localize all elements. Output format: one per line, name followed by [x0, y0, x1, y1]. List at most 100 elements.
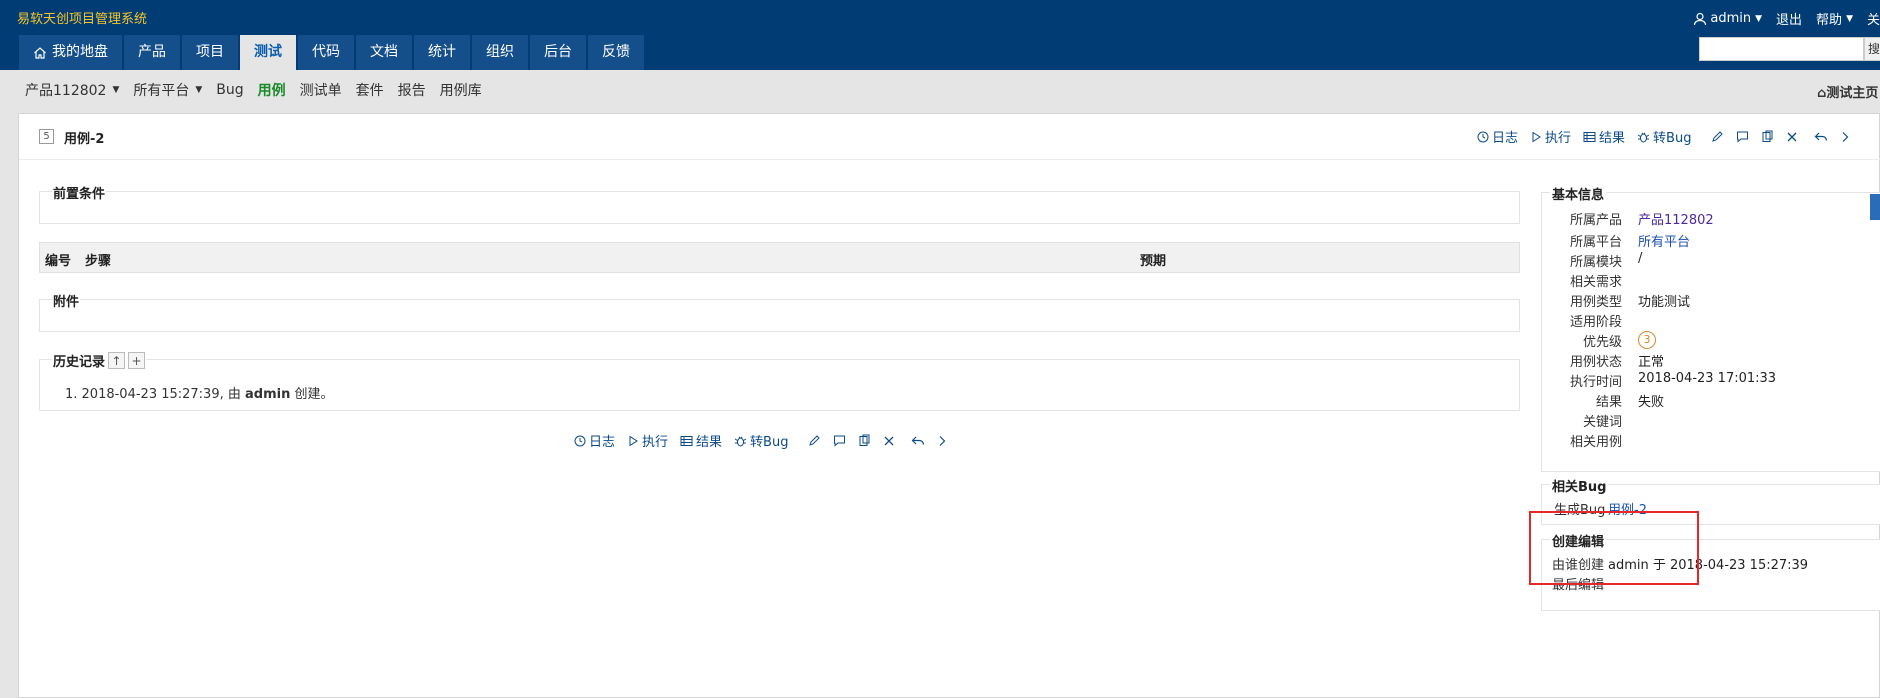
- home-icon: [34, 46, 46, 59]
- next-icon[interactable]: [1840, 131, 1850, 143]
- history-section: 历史记录 ↑ + 1. 2018-04-23 15:27:39, 由 admin…: [39, 351, 1520, 411]
- copy-icon[interactable]: [858, 434, 871, 447]
- search-button[interactable]: 搜: [1864, 37, 1880, 61]
- top-header: 易软天创项目管理系统 admin ▼ 退出 帮助 ▼ 关 搜 我的地盘 产品 项…: [0, 0, 1880, 70]
- to-bug-button[interactable]: 转Bug: [1637, 127, 1691, 146]
- history-label: 历史记录: [53, 355, 106, 370]
- edit-icon[interactable]: [808, 434, 821, 447]
- highlight-annotation: [1529, 511, 1699, 585]
- topbar-user-menu: admin ▼ 退出 帮助 ▼ 关: [1679, 9, 1880, 28]
- subnav-case[interactable]: 用例: [258, 80, 286, 100]
- run-button[interactable]: 执行: [1530, 127, 1571, 146]
- history-entry-suffix: 创建。: [294, 387, 334, 402]
- subnav-testtask[interactable]: 测试单: [300, 80, 342, 100]
- tab-report[interactable]: 统计: [414, 35, 470, 70]
- history-entry-user: admin: [245, 387, 291, 402]
- delete-icon[interactable]: [1786, 131, 1798, 143]
- tab-admin[interactable]: 后台: [530, 35, 586, 70]
- play-icon: [1532, 131, 1541, 142]
- sub-nav: 产品112802 ▼ 所有平台 ▼ Bug 用例 测试单 套件 报告 用例库: [0, 70, 1880, 110]
- info-key: 所属模块: [1569, 255, 1622, 270]
- tab-project[interactable]: 项目: [182, 35, 238, 70]
- caret-down-icon: ▼: [112, 85, 120, 95]
- case-detail-card: 5 用例-2 日志 执行 结果 转Bug 前置条件 编号 步骤 预期 附件 历史…: [18, 113, 1880, 698]
- precondition-section: 前置条件: [39, 183, 1520, 224]
- tab-feedback[interactable]: 反馈: [588, 35, 644, 70]
- search-input[interactable]: [1699, 37, 1864, 61]
- home-icon: ⌂: [1817, 86, 1827, 101]
- info-value-product-link[interactable]: 产品112802: [1638, 209, 1714, 228]
- bug-icon: [1637, 132, 1650, 142]
- log-label: 日志: [589, 435, 616, 450]
- edit-icon[interactable]: [1711, 130, 1724, 143]
- col-no: 编号: [45, 254, 72, 269]
- list-icon: [1583, 131, 1596, 142]
- history-entry-prefix: 1. 2018-04-23 15:27:39, 由: [65, 387, 241, 402]
- caret-down-icon: ▼: [1846, 13, 1853, 24]
- tab-my[interactable]: 我的地盘: [19, 35, 122, 70]
- info-key: 执行时间: [1569, 375, 1622, 390]
- next-icon[interactable]: [937, 435, 947, 447]
- info-key: 结果: [1595, 395, 1622, 410]
- tab-company[interactable]: 组织: [472, 35, 528, 70]
- info-key: 相关用例: [1569, 435, 1622, 450]
- info-key: 所属平台: [1569, 235, 1622, 250]
- log-button[interactable]: 日志: [1477, 127, 1518, 146]
- to-bug-label: 转Bug: [1653, 131, 1692, 146]
- history-legend: 历史记录 ↑ +: [52, 351, 147, 370]
- tab-code[interactable]: 代码: [298, 35, 354, 70]
- result-button[interactable]: 结果: [680, 431, 722, 450]
- col-expect: 预期: [1140, 254, 1167, 269]
- run-label: 执行: [642, 435, 669, 450]
- clock-icon: [1477, 131, 1489, 142]
- result-label: 结果: [696, 435, 723, 450]
- info-key: 相关需求: [1569, 275, 1622, 290]
- subnav-suite[interactable]: 套件: [356, 80, 384, 100]
- info-value: /: [1638, 251, 1643, 266]
- comment-icon[interactable]: [1736, 130, 1749, 143]
- subnav-bug[interactable]: Bug: [216, 82, 243, 98]
- info-key: 关键词: [1582, 415, 1622, 430]
- to-bug-label: 转Bug: [750, 435, 789, 450]
- title-bar: 5 用例-2 日志 执行 结果 转Bug: [19, 114, 1880, 160]
- comment-icon[interactable]: [833, 434, 846, 447]
- help-menu[interactable]: 帮助 ▼: [1816, 9, 1853, 28]
- side-toggle-handle[interactable]: [1870, 194, 1880, 220]
- bug-icon: [734, 436, 747, 446]
- run-label: 执行: [1545, 131, 1572, 146]
- basic-info-section: 基本信息 所属产品 产品112802 所属平台 所有平台 所属模块 / 相关需求…: [1541, 184, 1880, 472]
- info-key: 所属产品: [1569, 213, 1622, 228]
- info-value: 3: [1638, 331, 1656, 349]
- attachment-label: 附件: [52, 291, 81, 310]
- user-menu[interactable]: admin ▼: [1693, 9, 1762, 28]
- info-value-platform-link[interactable]: 所有平台: [1638, 231, 1690, 250]
- sort-up-icon[interactable]: ↑: [108, 352, 126, 369]
- tab-product[interactable]: 产品: [124, 35, 180, 70]
- result-button[interactable]: 结果: [1583, 127, 1625, 146]
- log-button[interactable]: 日志: [574, 431, 615, 450]
- user-name: admin: [1710, 11, 1752, 26]
- tab-test[interactable]: 测试: [240, 35, 296, 70]
- tab-label: 我的地盘: [52, 44, 108, 60]
- back-icon[interactable]: [1814, 131, 1828, 143]
- log-label: 日志: [1492, 131, 1519, 146]
- precondition-label: 前置条件: [52, 183, 107, 202]
- copy-icon[interactable]: [1761, 130, 1774, 143]
- to-bug-button[interactable]: 转Bug: [734, 431, 788, 450]
- tab-doc[interactable]: 文档: [356, 35, 412, 70]
- run-button[interactable]: 执行: [627, 431, 668, 450]
- platform-switcher[interactable]: 所有平台 ▼: [133, 80, 202, 100]
- product-switcher[interactable]: 产品112802 ▼: [25, 80, 119, 100]
- product-name: 产品112802: [25, 83, 107, 99]
- info-key: 用例状态: [1569, 355, 1622, 370]
- subnav-caselib[interactable]: 用例库: [440, 80, 482, 100]
- test-home-link[interactable]: ⌂测试主页: [1817, 82, 1878, 101]
- subnav-report[interactable]: 报告: [398, 80, 426, 100]
- expand-icon[interactable]: +: [128, 352, 146, 369]
- back-icon[interactable]: [911, 435, 925, 447]
- info-key: 优先级: [1582, 335, 1622, 350]
- logout-link[interactable]: 退出: [1776, 9, 1802, 28]
- about-link[interactable]: 关: [1867, 9, 1880, 28]
- delete-icon[interactable]: [883, 435, 895, 447]
- user-icon: [1694, 12, 1707, 25]
